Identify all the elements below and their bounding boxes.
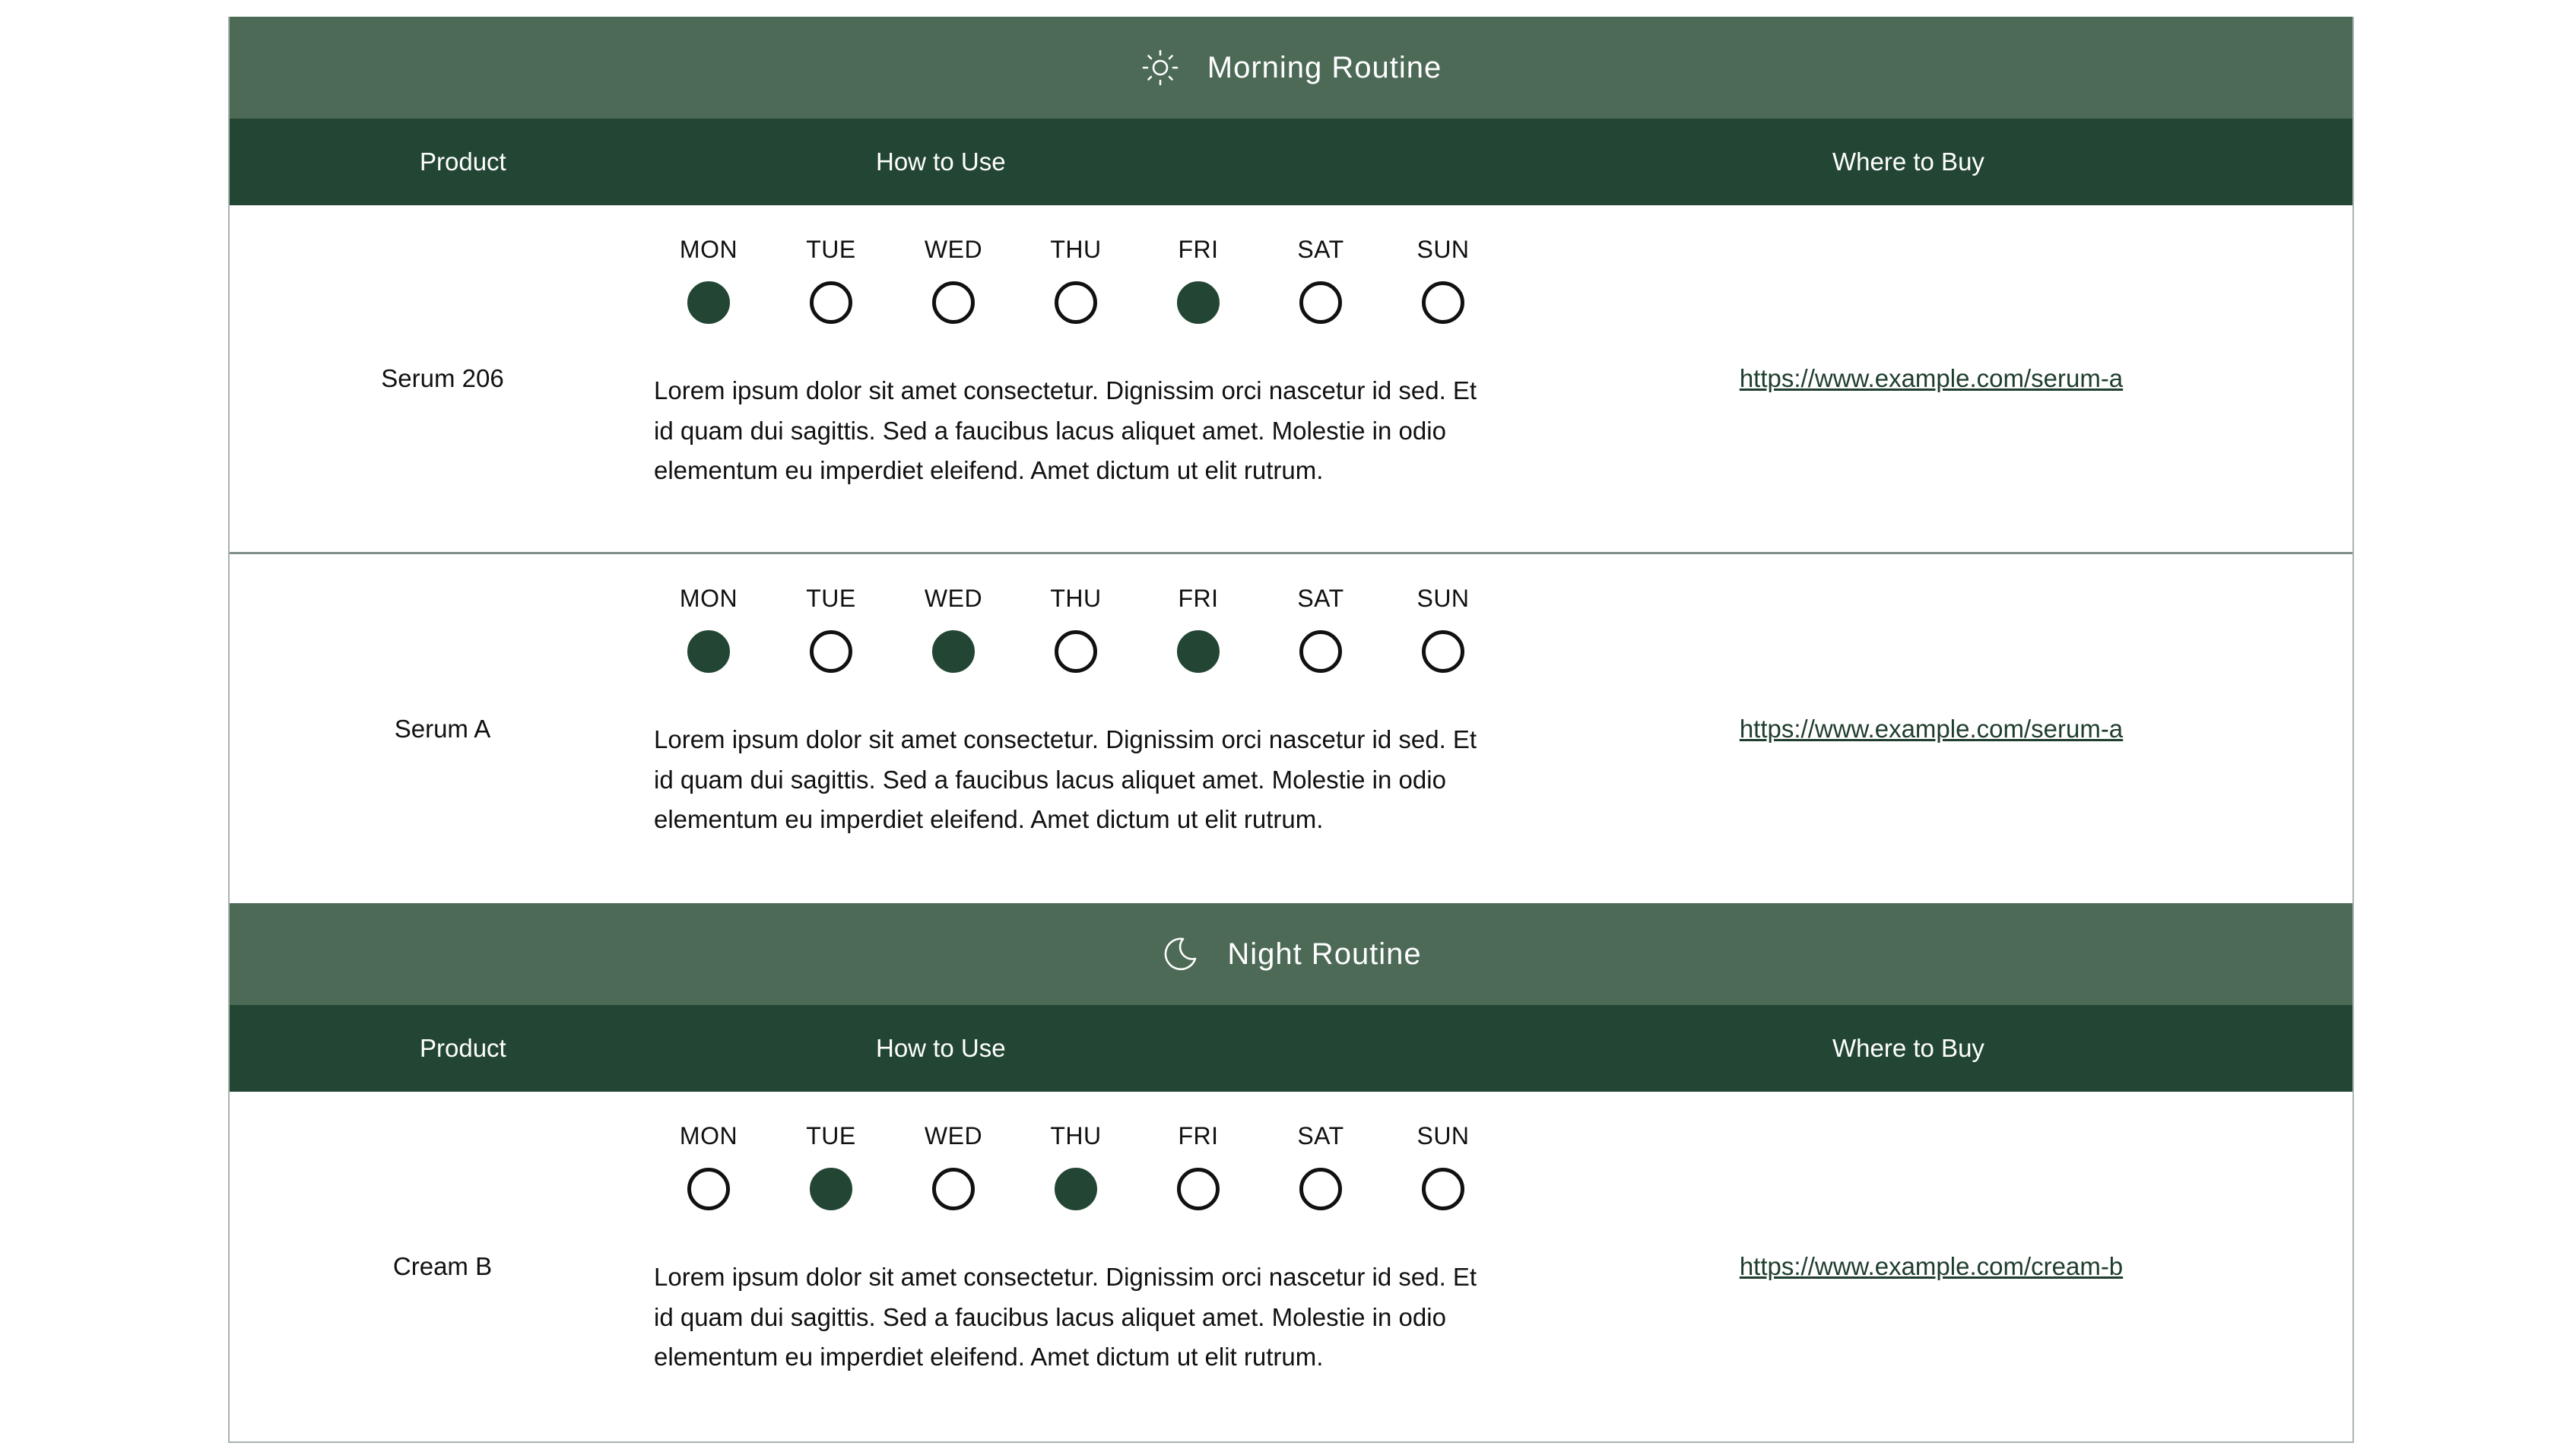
column-header-how-to-use: How to Use <box>876 1034 1006 1062</box>
day-toggle[interactable] <box>810 630 852 673</box>
day-toggle[interactable] <box>1177 630 1220 673</box>
day-toggle[interactable] <box>1299 630 1342 673</box>
day-toggle[interactable] <box>1055 630 1097 673</box>
day-label: TUE <box>806 1122 856 1150</box>
column-header-product: Product <box>420 147 506 176</box>
day-fri: FRI <box>1145 236 1252 324</box>
day-tue: TUE <box>778 236 884 324</box>
day-sat: SAT <box>1267 236 1374 324</box>
day-toggle[interactable] <box>1055 1168 1097 1210</box>
day-thu: THU <box>1023 236 1129 324</box>
day-thu: THU <box>1023 585 1129 673</box>
buy-link[interactable]: https://www.example.com/cream-b <box>1507 1252 2356 1281</box>
day-sun: SUN <box>1390 236 1496 324</box>
day-label: SUN <box>1416 236 1470 263</box>
table-row: Cream B MON TUE WED THU FRI SAT SUN Lorem ipsu… <box>230 1092 2352 1441</box>
day-toggle[interactable] <box>687 1168 730 1210</box>
table-row: Serum A MON TUE WED THU FRI SAT SUN Lorem ipsu… <box>230 554 2352 903</box>
day-wed: WED <box>900 585 1007 673</box>
usage-description: Lorem ipsum dolor sit amet consectetur. … <box>654 725 1477 833</box>
product-name: Serum 206 <box>381 364 504 392</box>
day-wed: WED <box>900 1122 1007 1210</box>
day-toggle[interactable] <box>687 281 730 324</box>
product-name: Cream B <box>392 1251 493 1280</box>
day-label: SUN <box>1416 1122 1470 1150</box>
day-sat: SAT <box>1267 1122 1374 1210</box>
day-label: THU <box>1050 236 1102 263</box>
day-toggle[interactable] <box>1177 1168 1220 1210</box>
day-sun: SUN <box>1390 1122 1496 1210</box>
day-toggle[interactable] <box>810 281 852 324</box>
day-toggle[interactable] <box>932 1168 975 1210</box>
day-label: THU <box>1050 585 1102 612</box>
day-fri: FRI <box>1145 1122 1252 1210</box>
day-label: FRI <box>1178 236 1219 263</box>
section-header-morning: Morning Routine <box>230 17 2352 119</box>
day-sun: SUN <box>1390 585 1496 673</box>
day-label: SAT <box>1297 236 1344 263</box>
column-header-product: Product <box>420 1034 506 1062</box>
day-label: SUN <box>1416 585 1470 612</box>
column-header-row: Product How to Use Where to Buy <box>230 119 2352 205</box>
day-label: SAT <box>1297 1122 1344 1150</box>
routine-table: Morning Routine Product How to Use Where… <box>228 17 2354 1443</box>
day-mon: MON <box>655 1122 762 1210</box>
table-row: Serum 206 MON TUE WED THU FRI SAT SUN Lorem ip… <box>230 205 2352 554</box>
day-toggle[interactable] <box>687 630 730 673</box>
day-wed: WED <box>900 236 1007 324</box>
column-header-how-to-use: How to Use <box>876 147 1006 176</box>
day-label: THU <box>1050 1122 1102 1150</box>
day-label: MON <box>679 236 738 263</box>
day-label: WED <box>924 236 983 263</box>
column-header-row: Product How to Use Where to Buy <box>230 1005 2352 1092</box>
day-label: FRI <box>1178 1122 1219 1150</box>
day-toggle[interactable] <box>810 1168 852 1210</box>
section-title: Morning Routine <box>1207 50 1442 84</box>
day-toggle[interactable] <box>1299 281 1342 324</box>
day-mon: MON <box>655 585 762 673</box>
section-title: Night Routine <box>1227 937 1422 971</box>
product-name: Serum A <box>394 714 491 743</box>
day-toggle[interactable] <box>1177 281 1220 324</box>
day-toggle[interactable] <box>1299 1168 1342 1210</box>
buy-link[interactable]: https://www.example.com/serum-a <box>1507 364 2356 393</box>
day-label: MON <box>679 1122 738 1150</box>
day-label: MON <box>679 585 738 612</box>
day-label: TUE <box>806 236 856 263</box>
usage-description: Lorem ipsum dolor sit amet consectetur. … <box>654 1263 1477 1371</box>
day-tue: TUE <box>778 585 884 673</box>
day-sat: SAT <box>1267 585 1374 673</box>
day-tue: TUE <box>778 1122 884 1210</box>
usage-description: Lorem ipsum dolor sit amet consectetur. … <box>654 376 1477 484</box>
day-label: TUE <box>806 585 856 612</box>
day-toggle[interactable] <box>932 630 975 673</box>
column-header-where-to-buy: Where to Buy <box>1832 147 1984 176</box>
column-header-where-to-buy: Where to Buy <box>1832 1034 1984 1062</box>
sun-icon <box>1140 48 1180 87</box>
buy-link[interactable]: https://www.example.com/serum-a <box>1507 715 2356 744</box>
day-toggle[interactable] <box>1422 630 1464 673</box>
day-label: SAT <box>1297 585 1344 612</box>
day-fri: FRI <box>1145 585 1252 673</box>
day-toggle[interactable] <box>1422 281 1464 324</box>
day-toggle[interactable] <box>1422 1168 1464 1210</box>
day-label: WED <box>924 585 983 612</box>
day-label: FRI <box>1178 585 1219 612</box>
day-mon: MON <box>655 236 762 324</box>
day-toggle[interactable] <box>932 281 975 324</box>
day-label: WED <box>924 1122 983 1150</box>
day-thu: THU <box>1023 1122 1129 1210</box>
day-toggle[interactable] <box>1055 281 1097 324</box>
moon-icon <box>1160 934 1200 974</box>
section-header-night: Night Routine <box>230 903 2352 1005</box>
